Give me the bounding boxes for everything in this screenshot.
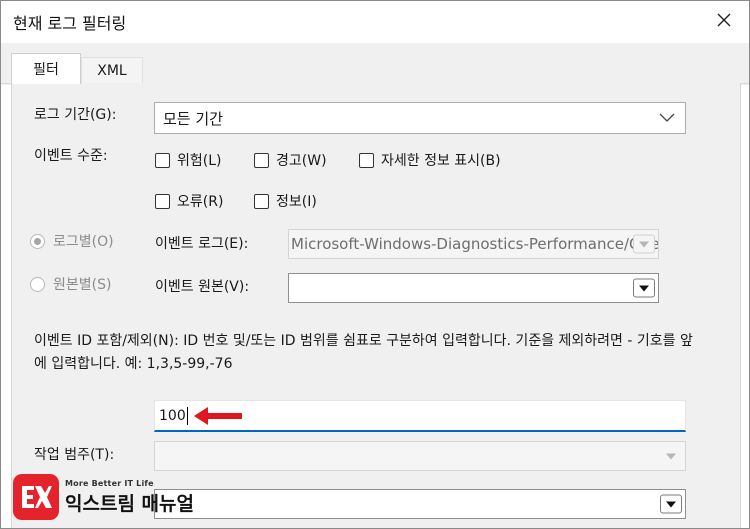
tab-xml[interactable]: XML [81, 57, 143, 84]
event-source-dropdown-button[interactable] [633, 278, 655, 298]
filter-dialog: 현재 로그 필터링 필터 XML 로그 기간(G): 모든 기간 이벤트 수준:… [0, 0, 750, 529]
brand-text: More Better IT Life 익스트림 매뉴얼 [65, 479, 194, 516]
task-category-dropdown-button[interactable] [660, 447, 682, 466]
log-period-value: 모든 기간 [163, 109, 223, 128]
level-verbose-label: 자세한 정보 표시(B) [381, 153, 501, 169]
brand-name: 익스트림 매뉴얼 [65, 492, 194, 515]
text-caret [186, 406, 188, 425]
event-log-value: Microsoft-Windows-Diagnostics-Performanc… [291, 235, 658, 253]
by-source-label: 원본별(S) [53, 277, 112, 293]
event-id-description: 이벤트 ID 포함/제외(N): ID 번호 및/또는 ID 범위를 쉼표로 구… [34, 333, 693, 372]
level-critical-label: 위험(L) [177, 153, 222, 169]
level-critical-checkbox[interactable]: 위험(L) [155, 150, 221, 170]
keywords-select[interactable] [154, 489, 686, 519]
triangle-down-icon [639, 241, 649, 247]
level-verbose-checkbox[interactable]: 자세한 정보 표시(B) [359, 150, 501, 170]
brand-tagline: More Better IT Life [65, 478, 154, 488]
event-level-label: 이벤트 수준: [34, 148, 108, 164]
log-period-label: 로그 기간(G): [34, 107, 117, 123]
chevron-down-icon [659, 113, 675, 122]
task-category-select[interactable] [154, 441, 686, 471]
close-icon [717, 13, 731, 27]
checkbox-box [155, 193, 170, 209]
event-log-dropdown-button[interactable] [633, 234, 655, 254]
log-period-select[interactable]: 모든 기간 [154, 102, 686, 134]
level-info-checkbox[interactable]: 정보(I) [254, 191, 317, 211]
by-log-radio[interactable]: 로그별(O) [30, 231, 114, 251]
level-warning-checkbox[interactable]: 경고(W) [254, 150, 327, 170]
brand-logo: More Better IT Life 익스트림 매뉴얼 [13, 472, 233, 522]
title-bar: 현재 로그 필터링 [1, 1, 749, 43]
triangle-down-icon [639, 285, 649, 291]
by-log-label: 로그별(O) [53, 234, 114, 250]
checkbox-box [254, 152, 269, 168]
event-id-value: 100 [159, 407, 186, 424]
triangle-down-icon [666, 453, 676, 459]
brand-badge-icon [13, 474, 59, 520]
triangle-down-icon [666, 501, 676, 507]
event-log-label: 이벤트 로그(E): [155, 236, 249, 252]
checkbox-box [155, 152, 170, 168]
level-warning-label: 경고(W) [276, 153, 327, 169]
level-error-checkbox[interactable]: 오류(R) [155, 191, 223, 211]
level-error-label: 오류(R) [177, 194, 224, 210]
annotation-arrow-icon [194, 407, 242, 425]
tab-filter[interactable]: 필터 [11, 53, 81, 84]
checkbox-box [254, 193, 269, 209]
keywords-dropdown-button[interactable] [660, 494, 682, 514]
event-source-select[interactable] [288, 273, 659, 303]
event-log-select[interactable]: Microsoft-Windows-Diagnostics-Performanc… [288, 229, 659, 259]
checkbox-box [359, 152, 374, 168]
radio-dot [30, 233, 45, 249]
filter-panel: 로그 기간(G): 모든 기간 이벤트 수준: 위험(L) 경고(W) 자세한 … [11, 83, 741, 528]
event-source-label: 이벤트 원본(V): [155, 279, 250, 295]
dialog-title: 현재 로그 필터링 [13, 14, 127, 33]
radio-dot [30, 276, 45, 292]
by-source-radio[interactable]: 원본별(S) [30, 274, 111, 294]
task-category-label: 작업 범주(T): [34, 447, 115, 463]
close-button[interactable] [707, 5, 741, 35]
level-info-label: 정보(I) [276, 194, 317, 210]
